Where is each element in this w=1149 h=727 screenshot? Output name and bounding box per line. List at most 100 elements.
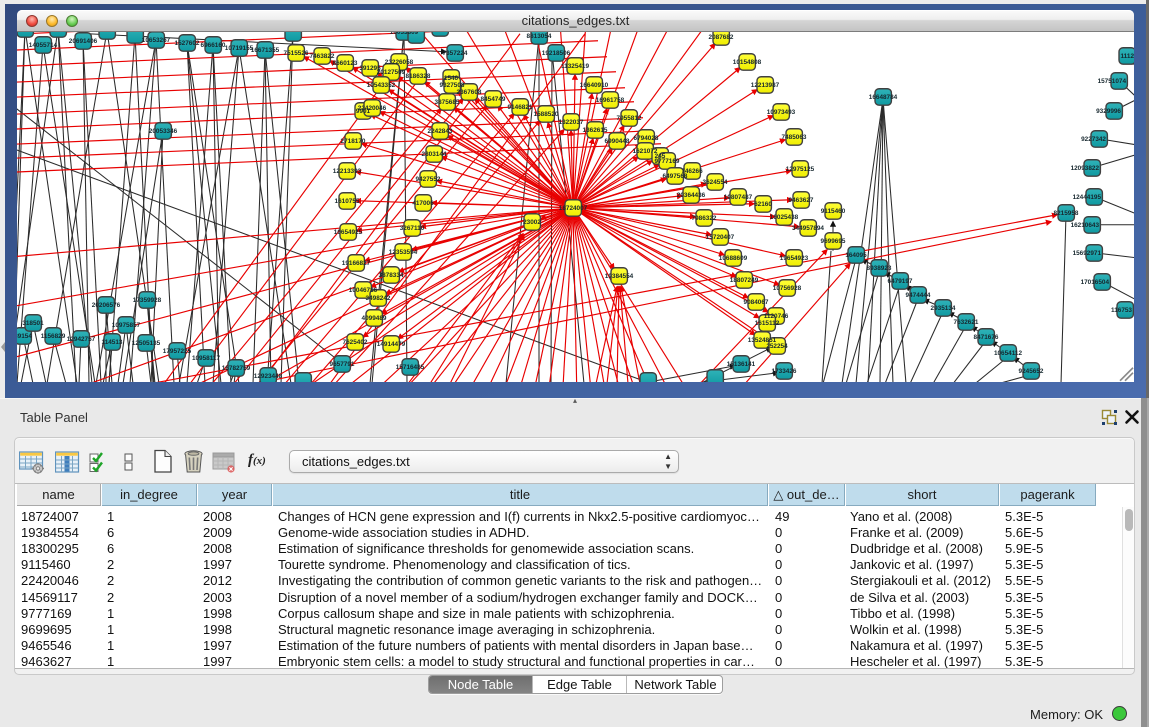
svg-text:19654923: 19654923 — [780, 255, 809, 262]
svg-text:1527602: 1527602 — [175, 40, 200, 47]
svg-text:6497568: 6497568 — [663, 173, 688, 180]
svg-text:19218506: 19218506 — [542, 50, 571, 57]
svg-text:12213393: 12213393 — [333, 168, 362, 175]
svg-text:62160: 62160 — [754, 201, 772, 208]
svg-text:1322037: 1322037 — [559, 119, 584, 126]
svg-text:20053346: 20053346 — [149, 128, 178, 135]
svg-text:1615112: 1615112 — [755, 320, 780, 327]
svg-text:7463822: 7463822 — [310, 53, 335, 60]
svg-text:11325419: 11325419 — [561, 63, 590, 70]
svg-text:2935134: 2935134 — [931, 305, 956, 312]
svg-text:19166827: 19166827 — [342, 260, 371, 267]
svg-text:318501: 318501 — [22, 320, 44, 327]
svg-text:344957894: 344957894 — [792, 225, 824, 232]
svg-text:3624554: 3624554 — [703, 179, 728, 186]
svg-text:3267110: 3267110 — [400, 225, 425, 232]
svg-text:1610755: 1610755 — [335, 198, 360, 205]
svg-text:18724007: 18724007 — [559, 205, 588, 212]
svg-text:10025438: 10025438 — [770, 214, 799, 221]
svg-text:114513: 114513 — [102, 339, 123, 346]
svg-text:19384554: 19384554 — [605, 273, 634, 280]
svg-text:10654925: 10654925 — [334, 229, 363, 236]
svg-text:9245652: 9245652 — [1019, 368, 1044, 375]
svg-text:20364436: 20364436 — [677, 192, 706, 199]
svg-text:7986322: 7986322 — [692, 215, 717, 222]
svg-text:7625402: 7625402 — [343, 339, 368, 346]
svg-text:15720407: 15720407 — [706, 234, 735, 241]
svg-text:20206576: 20206576 — [92, 302, 121, 309]
svg-text:20691406: 20691406 — [69, 38, 98, 45]
svg-text:20127509: 20127509 — [377, 69, 406, 76]
svg-text:10653267: 10653267 — [142, 37, 171, 44]
svg-text:8186328: 8186328 — [406, 73, 431, 80]
svg-text:14055714: 14055714 — [29, 42, 58, 49]
svg-text:2242843: 2242843 — [428, 128, 453, 135]
svg-text:6990448: 6990448 — [605, 138, 630, 145]
svg-text:12213987: 12213987 — [751, 82, 780, 89]
svg-text:12444195: 12444195 — [1073, 194, 1102, 201]
svg-text:17359928: 17359928 — [133, 297, 162, 304]
svg-text:9463627: 9463627 — [789, 197, 814, 204]
svg-text:4099489: 4099489 — [362, 315, 387, 322]
svg-text:8813054: 8813054 — [527, 33, 552, 40]
svg-text:10543352: 10543352 — [367, 82, 396, 89]
svg-text:9427552: 9427552 — [416, 176, 441, 183]
svg-text:3878334: 3878334 — [379, 272, 404, 279]
svg-text:16648784: 16648784 — [869, 94, 898, 101]
svg-text:1733426: 1733426 — [772, 368, 797, 375]
svg-text:9657791: 9657791 — [330, 361, 355, 368]
svg-text:10975857: 10975857 — [112, 322, 141, 329]
svg-text:16210643: 16210643 — [1071, 222, 1100, 229]
svg-text:9084067: 9084067 — [744, 299, 769, 306]
svg-text:17016504: 17016504 — [1081, 279, 1110, 286]
svg-text:7955812: 7955812 — [617, 115, 642, 122]
svg-text:164095: 164095 — [845, 252, 867, 259]
svg-text:15692971: 15692971 — [1073, 250, 1102, 257]
svg-text:9146821: 9146821 — [508, 104, 533, 111]
svg-text:10654112: 10654112 — [994, 350, 1023, 357]
svg-text:116753: 116753 — [1111, 307, 1132, 314]
svg-text:9115460: 9115460 — [821, 208, 846, 215]
svg-text:8938923: 8938923 — [867, 265, 892, 272]
svg-text:9327508: 9327508 — [440, 82, 465, 89]
svg-text:252254: 252254 — [766, 343, 788, 350]
svg-text:12353594: 12353594 — [389, 249, 418, 256]
svg-text:12942757: 12942757 — [67, 336, 96, 343]
svg-text:2367608: 2367608 — [457, 89, 482, 96]
svg-text:12093822: 12093822 — [1071, 165, 1100, 172]
svg-text:10719155: 10719155 — [225, 45, 254, 52]
svg-text:10688609: 10688609 — [719, 255, 748, 262]
svg-text:23226058: 23226058 — [385, 59, 414, 66]
svg-text:23002: 23002 — [523, 219, 541, 226]
svg-text:8454749: 8454749 — [481, 96, 506, 103]
svg-text:3498242: 3498242 — [366, 295, 391, 302]
svg-text:3875685: 3875685 — [435, 99, 460, 106]
svg-text:7485063: 7485063 — [782, 134, 807, 141]
svg-text:6479197: 6479197 — [888, 278, 913, 285]
svg-text:16782759: 16782759 — [222, 365, 251, 372]
svg-text:6966160: 6966160 — [201, 42, 226, 49]
svg-text:9329996: 9329996 — [1096, 108, 1121, 115]
svg-text:2803144: 2803144 — [422, 151, 447, 158]
svg-text:1112: 1112 — [1120, 53, 1134, 60]
svg-text:9699695: 9699695 — [821, 238, 846, 245]
svg-text:7357224: 7357224 — [443, 50, 468, 57]
svg-text:14914479: 14914479 — [377, 341, 406, 348]
svg-text:17957225: 17957225 — [163, 348, 192, 355]
svg-text:417006: 417006 — [412, 200, 434, 207]
svg-text:8471676: 8471676 — [974, 334, 999, 341]
svg-text:1546: 1546 — [444, 75, 459, 82]
svg-text:10756928: 10756928 — [773, 285, 802, 292]
svg-text:1156829: 1156829 — [41, 333, 66, 340]
svg-text:7632621: 7632621 — [954, 319, 979, 326]
svg-text:22420046: 22420046 — [358, 105, 387, 112]
svg-text:12505135: 12505135 — [132, 340, 161, 347]
svg-text:8215958: 8215958 — [1054, 210, 1079, 217]
svg-text:16640910: 16640910 — [580, 82, 609, 89]
svg-text:9227342: 9227342 — [1081, 136, 1106, 143]
svg-text:10973493: 10973493 — [767, 109, 796, 116]
svg-text:6794028: 6794028 — [634, 135, 659, 142]
svg-text:18807249: 18807249 — [730, 277, 759, 284]
svg-text:16033809: 16033809 — [390, 32, 419, 36]
svg-text:2718170: 2718170 — [341, 138, 366, 145]
